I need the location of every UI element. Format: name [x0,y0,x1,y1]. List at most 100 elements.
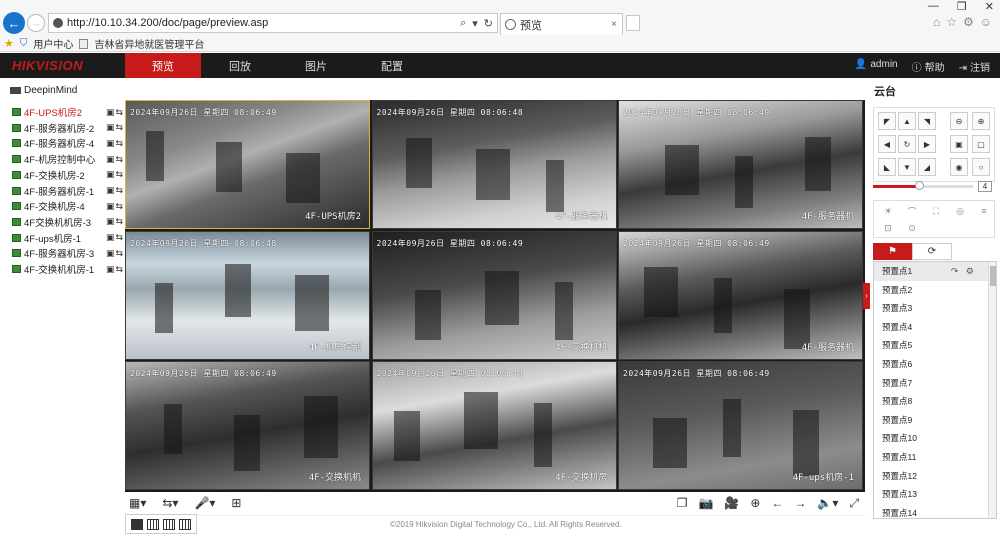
fullscreen-icon[interactable]: ⤢ [849,496,859,511]
back-button[interactable]: ← [3,12,25,34]
video-tile[interactable]: 2024年09月26日 星期四 08:06:49 4F-ups机房-1 [618,361,863,490]
set-preset-gear-icon[interactable]: ⚙ [966,266,974,276]
ptz-left-icon[interactable]: ◀ [878,135,896,153]
manual-track-icon[interactable]: ⊡ [880,221,896,235]
video-tile[interactable]: 2024年09月26日 星期四 08:06:48 4F-服务器机 [371,100,617,229]
browser-tab[interactable]: 预览 × [500,13,623,35]
preset-item[interactable]: 预置点4 [874,318,996,337]
preset-item[interactable]: 预置点9 [874,411,996,430]
tab-preview[interactable]: 预览 [125,53,201,78]
ptz-down-left-icon[interactable]: ◣ [878,158,896,176]
video-tile[interactable]: 2024年09月26日 星期四 08:06:49 4F-UPS机房2 [125,100,370,229]
ptz-up-left-icon[interactable]: ◤ [878,112,896,130]
ptz-speed-value[interactable]: 4 [978,181,992,192]
ptz-speed-slider[interactable] [873,181,973,190]
settings-gear-icon[interactable]: ⚙ [963,15,974,29]
stop-all-icon[interactable]: ⊞ [231,496,241,510]
preset-item[interactable]: 预置点11 [874,448,996,467]
volume-icon[interactable]: 🔈▾ [817,496,838,511]
tab-configuration[interactable]: 配置 [354,53,430,78]
iris-open-icon[interactable]: ◉ [950,158,968,176]
dropdown-icon[interactable]: ▾ [472,17,478,30]
video-tile[interactable]: 2024年09月26日 星期四 08:06:49 4F-交换机房 [371,361,617,490]
camera-tree-item[interactable]: 4F-交换机房-2 ▣⇆ [12,168,124,182]
preset-scrollbar[interactable] [988,262,996,518]
home-icon[interactable]: ⌂ [933,15,940,29]
preset-item[interactable]: 预置点3 [874,299,996,318]
camera-tree-item[interactable]: 4F-UPS机房2 ▣⇆ [12,105,124,119]
camera-tree-item[interactable]: 4F-ups机房-1 ▣⇆ [12,231,124,245]
camera-tree-item[interactable]: 4F-服务器机房-2 ▣⇆ [12,121,124,135]
microphone-icon[interactable]: 🎤▾ [194,496,215,510]
video-tile[interactable]: 2024年09月26日 星期四 08:06:49 4F-交换机机 [371,230,617,360]
tab-close-icon[interactable]: × [611,19,617,30]
camera-tree-item[interactable]: 4F-服务器机房-1 ▣⇆ [12,184,124,198]
record-icon[interactable]: 🎥 [724,496,739,511]
capture-icon[interactable]: 📷 [698,496,713,511]
ptz-right-icon[interactable]: ▶ [918,135,936,153]
camera-tree-item[interactable]: 4F-交换机机房-1 ▣⇆ [12,262,124,276]
camera-tree-item[interactable]: 4F交换机机房-3 ▣⇆ [12,215,124,229]
smiley-icon[interactable]: ☺ [980,15,992,29]
record-status-icon[interactable]: ▣⇆ [106,216,124,227]
next-page-icon[interactable]: → [794,496,806,511]
video-tile[interactable]: 2024年09月26日 星期四 08:06:49 4F-交换机机 [125,361,370,490]
camera-tree-item[interactable]: 4F-服务器机房-4 ▣⇆ [12,136,124,150]
light-icon[interactable]: ☀ [880,204,896,218]
menu-icon[interactable]: ≡ [976,204,992,218]
restore-button[interactable]: ❐ [957,0,967,13]
ptz-up-right-icon[interactable]: ◥ [918,112,936,130]
record-status-icon[interactable]: ▣⇆ [106,169,124,180]
preset-item[interactable]: 预置点13 [874,485,996,504]
scrollbar-thumb[interactable] [990,266,996,286]
3d-zoom-icon[interactable]: ⊙ [904,221,920,235]
zoom-in-icon[interactable]: ⊕ [750,496,760,511]
user-menu[interactable]: 👤 admin [855,59,898,74]
address-bar[interactable]: http://10.10.34.200/doc/page/preview.asp… [48,13,498,33]
preset-tab-icon[interactable]: ⚑ [873,243,912,260]
record-status-icon[interactable]: ▣⇆ [106,154,124,165]
layout-3x3-icon[interactable] [163,518,175,530]
tree-root[interactable]: DeepinMind [10,85,77,96]
refresh-icon[interactable]: ↻ [484,17,493,30]
close-window-button[interactable]: ✕ [985,0,994,13]
preset-item[interactable]: 预置点10 [874,429,996,448]
video-tile[interactable]: 2024年09月26日 星期四 08:06:49 4F-服务器机 [618,230,863,360]
layout-4x4-icon[interactable] [179,518,191,530]
video-tile[interactable]: 2024年09月26日 星期四 08:06:49 4F-服务器机 [618,100,863,229]
focus-far-icon[interactable]: ▢ [972,135,990,153]
minimize-button[interactable]: — [928,0,939,13]
ptz-down-icon[interactable]: ▼ [898,158,916,176]
preset-item[interactable]: 预置点2 [874,281,996,300]
record-status-icon[interactable]: ▣⇆ [106,264,124,275]
iris-close-icon[interactable]: ○ [972,158,990,176]
preset-item[interactable]: 预置点6 [874,355,996,374]
tab-picture[interactable]: 图片 [278,53,354,78]
focus-assist-icon[interactable]: ⛶ [928,204,944,218]
favorites-icon[interactable]: ★ [4,37,14,50]
record-status-icon[interactable]: ▣⇆ [106,248,124,259]
ptz-up-icon[interactable]: ▲ [898,112,916,130]
prev-page-icon[interactable]: ← [771,496,783,511]
new-tab-button[interactable] [626,15,640,31]
preset-item[interactable]: 预置点12 [874,467,996,486]
record-status-icon[interactable]: ▣⇆ [106,185,124,196]
collapse-panel-handle[interactable]: › [863,283,870,309]
camera-tree-item[interactable]: 4F-服务器机房-3 ▣⇆ [12,246,124,260]
video-tile[interactable]: 2024年09月26日 星期四 08:06:48 4F-机房控制 [125,230,370,360]
favorite-link-medical-platform[interactable]: 吉林省异地就医管理平台 [94,36,204,51]
help-link[interactable]: ⓘ 帮助 [912,59,945,74]
preset-item[interactable]: 预置点14 [874,504,996,518]
forward-button[interactable]: → [27,14,45,32]
camera-tree-item[interactable]: 4F-交换机房-4 ▣⇆ [12,199,124,213]
search-icon[interactable]: ⌕ [460,17,466,30]
speed-slider-knob[interactable] [914,181,924,190]
logout-link[interactable]: ⇥ 注销 [959,59,990,74]
window-layout-icon[interactable]: ▦▾ [129,496,146,510]
record-status-icon[interactable]: ▣⇆ [106,232,124,243]
record-status-icon[interactable]: ▣⇆ [106,201,124,212]
zoom-in-icon[interactable]: ⊕ [972,112,990,130]
focus-near-icon[interactable]: ▣ [950,135,968,153]
wiper-icon[interactable]: ⌒ [904,204,920,218]
patrol-tab-icon[interactable]: ⟳ [912,243,952,260]
